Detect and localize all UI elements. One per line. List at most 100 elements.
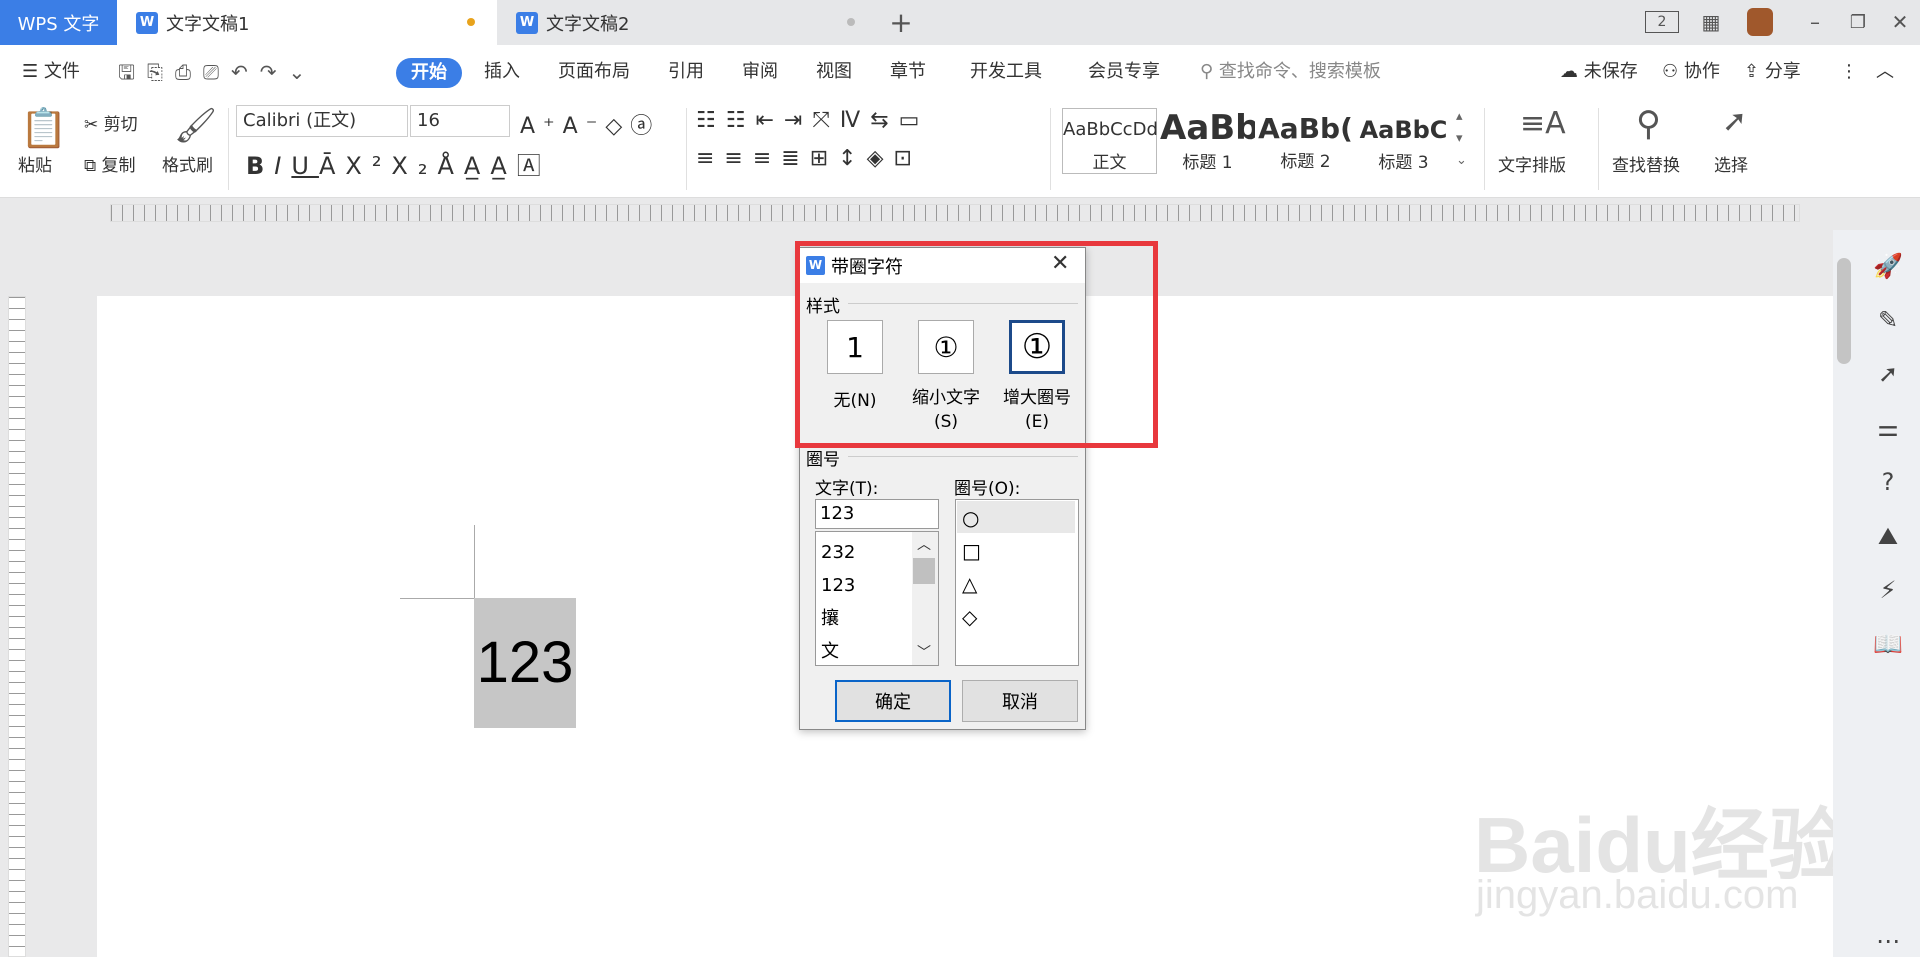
style-normal-preview: AaBbCcDd xyxy=(1063,119,1158,140)
style-normal[interactable]: AaBbCcDd 正文 xyxy=(1062,108,1158,174)
tab-start[interactable]: 开始 xyxy=(396,58,462,88)
tab-view[interactable]: 视图 xyxy=(816,57,852,87)
ribbon-separator xyxy=(1598,108,1599,190)
quick-access-toolbar[interactable]: 🖫⎘⎙⎚↶↷⌄ xyxy=(118,57,317,87)
font-name-select[interactable]: Calibri (正文) xyxy=(236,105,408,137)
list-item[interactable]: 123 xyxy=(821,569,855,602)
avatar[interactable] xyxy=(1747,8,1773,36)
selected-text[interactable]: 123 xyxy=(474,598,576,728)
hamburger-icon: ☰ xyxy=(22,61,44,82)
group-divider xyxy=(848,456,1078,457)
ruler-scale[interactable] xyxy=(110,204,1800,222)
font-format-tools[interactable]: BIUĀX²X₂ÅA̲A̲🄰 xyxy=(246,146,551,181)
book-icon[interactable]: 📖 xyxy=(1872,628,1904,660)
style-heading-1[interactable]: AaBb 标题 1 xyxy=(1160,108,1255,174)
new-tab-button[interactable]: + xyxy=(886,6,916,39)
margin-mark xyxy=(400,598,474,599)
collapse-ribbon-icon[interactable]: ︿ xyxy=(1876,57,1894,87)
tab-chapter[interactable]: 章节 xyxy=(890,57,926,87)
magnifier-icon: ⚲ xyxy=(1636,104,1661,144)
doc-tab-2-label: 文字文稿2 xyxy=(546,13,630,35)
minimize-icon[interactable]: – xyxy=(1800,8,1830,36)
style-normal-label: 正文 xyxy=(1092,153,1127,173)
window-count-icon[interactable]: 2 xyxy=(1645,11,1679,33)
file-menu-label: 文件 xyxy=(43,61,80,82)
tab-insert[interactable]: 插入 xyxy=(484,57,520,87)
list-item[interactable]: 攘 xyxy=(821,602,855,635)
wps-doc-icon: W xyxy=(136,11,158,34)
list-item[interactable]: 文 xyxy=(821,635,855,668)
image-icon[interactable]: ⛰ xyxy=(1872,520,1904,552)
paragraph-tools-row2[interactable]: ≡≡≡≣⊞↕◈⊡ xyxy=(696,146,922,171)
user-icon: ⚇ xyxy=(1662,61,1684,82)
circle-field-label: 圈号(O): xyxy=(954,479,1021,499)
text-layout-button[interactable]: 文字排版 xyxy=(1498,151,1566,176)
tab-references[interactable]: 引用 xyxy=(668,57,704,87)
text-input[interactable]: 123 xyxy=(815,499,939,529)
share-icon: ⇪ xyxy=(1744,61,1765,82)
scrollbar-thumb[interactable] xyxy=(1837,258,1851,364)
cut-label: 剪切 xyxy=(103,115,138,135)
style-heading-3[interactable]: AaBbC 标题 3 xyxy=(1356,108,1451,174)
tab-review[interactable]: 审阅 xyxy=(742,57,778,87)
vertical-ruler[interactable] xyxy=(8,296,26,957)
more-dots-icon[interactable]: ⋯ xyxy=(1872,925,1904,957)
doc-tab-1[interactable]: W 文字文稿1 xyxy=(136,0,249,45)
font-size-tools[interactable]: A⁺A⁻◇ⓐ xyxy=(520,108,660,140)
diamond-shape-icon[interactable]: ◇ xyxy=(962,601,981,634)
rocket-icon[interactable]: 🚀 xyxy=(1872,250,1904,282)
scroll-down-icon[interactable]: ﹀ xyxy=(917,642,931,662)
collab-label: 协作 xyxy=(1683,61,1720,82)
style-h2-label: 标题 2 xyxy=(1280,152,1331,172)
paste-icon: 📋 xyxy=(20,106,68,150)
pointer-icon[interactable]: ➚ xyxy=(1872,358,1904,390)
restore-icon[interactable]: ❐ xyxy=(1843,8,1873,36)
font-size-select[interactable]: 16 xyxy=(410,105,510,137)
ok-button[interactable]: 确定 xyxy=(835,680,951,722)
circle-shape-icon[interactable]: ○ xyxy=(962,502,981,535)
help-icon[interactable]: ? xyxy=(1872,466,1904,498)
sliders-icon[interactable]: ⚌ xyxy=(1872,412,1904,444)
ribbon-separator xyxy=(1050,108,1051,190)
find-replace-button[interactable]: 查找替换 xyxy=(1612,151,1680,176)
brush-icon: 🖌 xyxy=(174,106,218,146)
style-h3-label: 标题 3 xyxy=(1378,153,1429,173)
lightning-icon[interactable]: ⚡ xyxy=(1872,574,1904,606)
scroll-up-icon[interactable]: ︿ xyxy=(917,534,931,554)
grid-apps-icon[interactable]: ▦ xyxy=(1696,8,1726,36)
file-menu[interactable]: ☰ 文件 xyxy=(22,57,80,87)
list-scroll-thumb[interactable] xyxy=(913,558,935,584)
style-h2-preview: AaBb( xyxy=(1258,112,1353,145)
collab-button[interactable]: ⚇ 协作 xyxy=(1662,57,1720,87)
cloud-icon: ☁ xyxy=(1560,61,1584,82)
ribbon-separator xyxy=(1484,108,1485,190)
copy-button[interactable]: ⧉ 复制 xyxy=(84,151,136,176)
paragraph-tools-row1[interactable]: ☷☷⇤⇥⤧Ⅳ⇆▭ xyxy=(696,108,929,133)
square-shape-icon[interactable]: □ xyxy=(962,535,981,568)
cancel-button[interactable]: 取消 xyxy=(962,680,1078,722)
share-button[interactable]: ⇪ 分享 xyxy=(1744,57,1801,87)
pen-icon[interactable]: ✎ xyxy=(1872,304,1904,336)
text-list-items: 232 123 攘 文 xyxy=(821,536,855,668)
style-heading-2[interactable]: AaBb( 标题 2 xyxy=(1258,108,1353,174)
unsaved-status[interactable]: ☁ 未保存 xyxy=(1560,57,1638,87)
cursor-icon: ➚ xyxy=(1722,104,1748,139)
cut-button[interactable]: ✂ 剪切 xyxy=(84,110,138,135)
paste-button[interactable]: 粘贴 xyxy=(18,151,52,176)
app-tab[interactable]: WPS 文字 xyxy=(0,0,117,45)
text-layout-icon: ≡A xyxy=(1520,106,1566,141)
more-icon[interactable]: ⋮ xyxy=(1840,57,1858,87)
doc-tab-2[interactable]: W 文字文稿2 xyxy=(516,0,629,45)
triangle-shape-icon[interactable]: △ xyxy=(962,568,981,601)
tab-member[interactable]: 会员专享 xyxy=(1088,57,1160,87)
close-window-icon[interactable]: ✕ xyxy=(1885,8,1915,36)
format-painter-button[interactable]: 格式刷 xyxy=(162,151,213,176)
select-button[interactable]: 选择 xyxy=(1714,151,1748,176)
tab-page-layout[interactable]: 页面布局 xyxy=(558,57,630,87)
style-scroll-arrows[interactable]: ▴ ▾ ⌄ xyxy=(1456,106,1467,172)
command-search[interactable]: ⚲ 查找命令、搜索模板 xyxy=(1200,57,1381,87)
style-h1-label: 标题 1 xyxy=(1182,153,1233,173)
list-item[interactable]: 232 xyxy=(821,536,855,569)
tab-developer[interactable]: 开发工具 xyxy=(970,57,1042,87)
ribbon-separator xyxy=(686,108,687,190)
